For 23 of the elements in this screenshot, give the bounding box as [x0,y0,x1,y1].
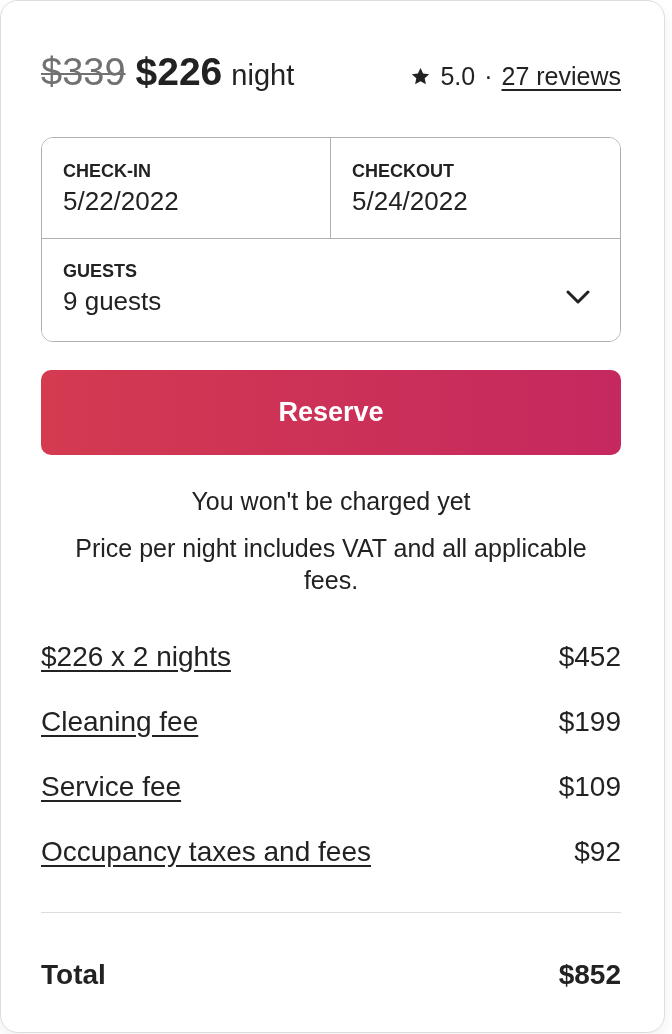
reserve-button[interactable]: Reserve [41,370,621,455]
discounted-price: $226 [135,52,223,92]
price-disclaimer: Price per night includes VAT and all applicable fees. [74,533,588,596]
fee-amount: $452 [558,641,621,673]
total-amount: $852 [558,959,621,991]
separator-dot: · [484,61,493,92]
price-unit: night [231,58,295,93]
fee-amount: $109 [558,771,621,803]
chevron-down-icon [566,290,590,304]
original-price: $339 [41,52,126,92]
rating-score: 5.0 [440,61,476,92]
star-icon [411,66,431,86]
fee-amount: $199 [558,706,621,738]
fee-link[interactable]: Service fee [41,771,182,803]
charge-notice: You won't be charged yet [190,486,472,517]
fee-link[interactable]: $226 x 2 nights [41,641,231,673]
reviews-link[interactable]: 27 reviews [501,56,621,96]
checkout-field[interactable]: CHECKOUT 5/24/2022 [331,138,620,239]
fee-link[interactable]: Cleaning fee [41,706,199,738]
total-label: Total [41,959,106,991]
fee-link[interactable]: Occupancy taxes and fees [41,836,371,868]
check-in-field[interactable]: CHECK-IN 5/22/2022 [42,138,331,239]
fee-amount: $92 [574,836,621,868]
